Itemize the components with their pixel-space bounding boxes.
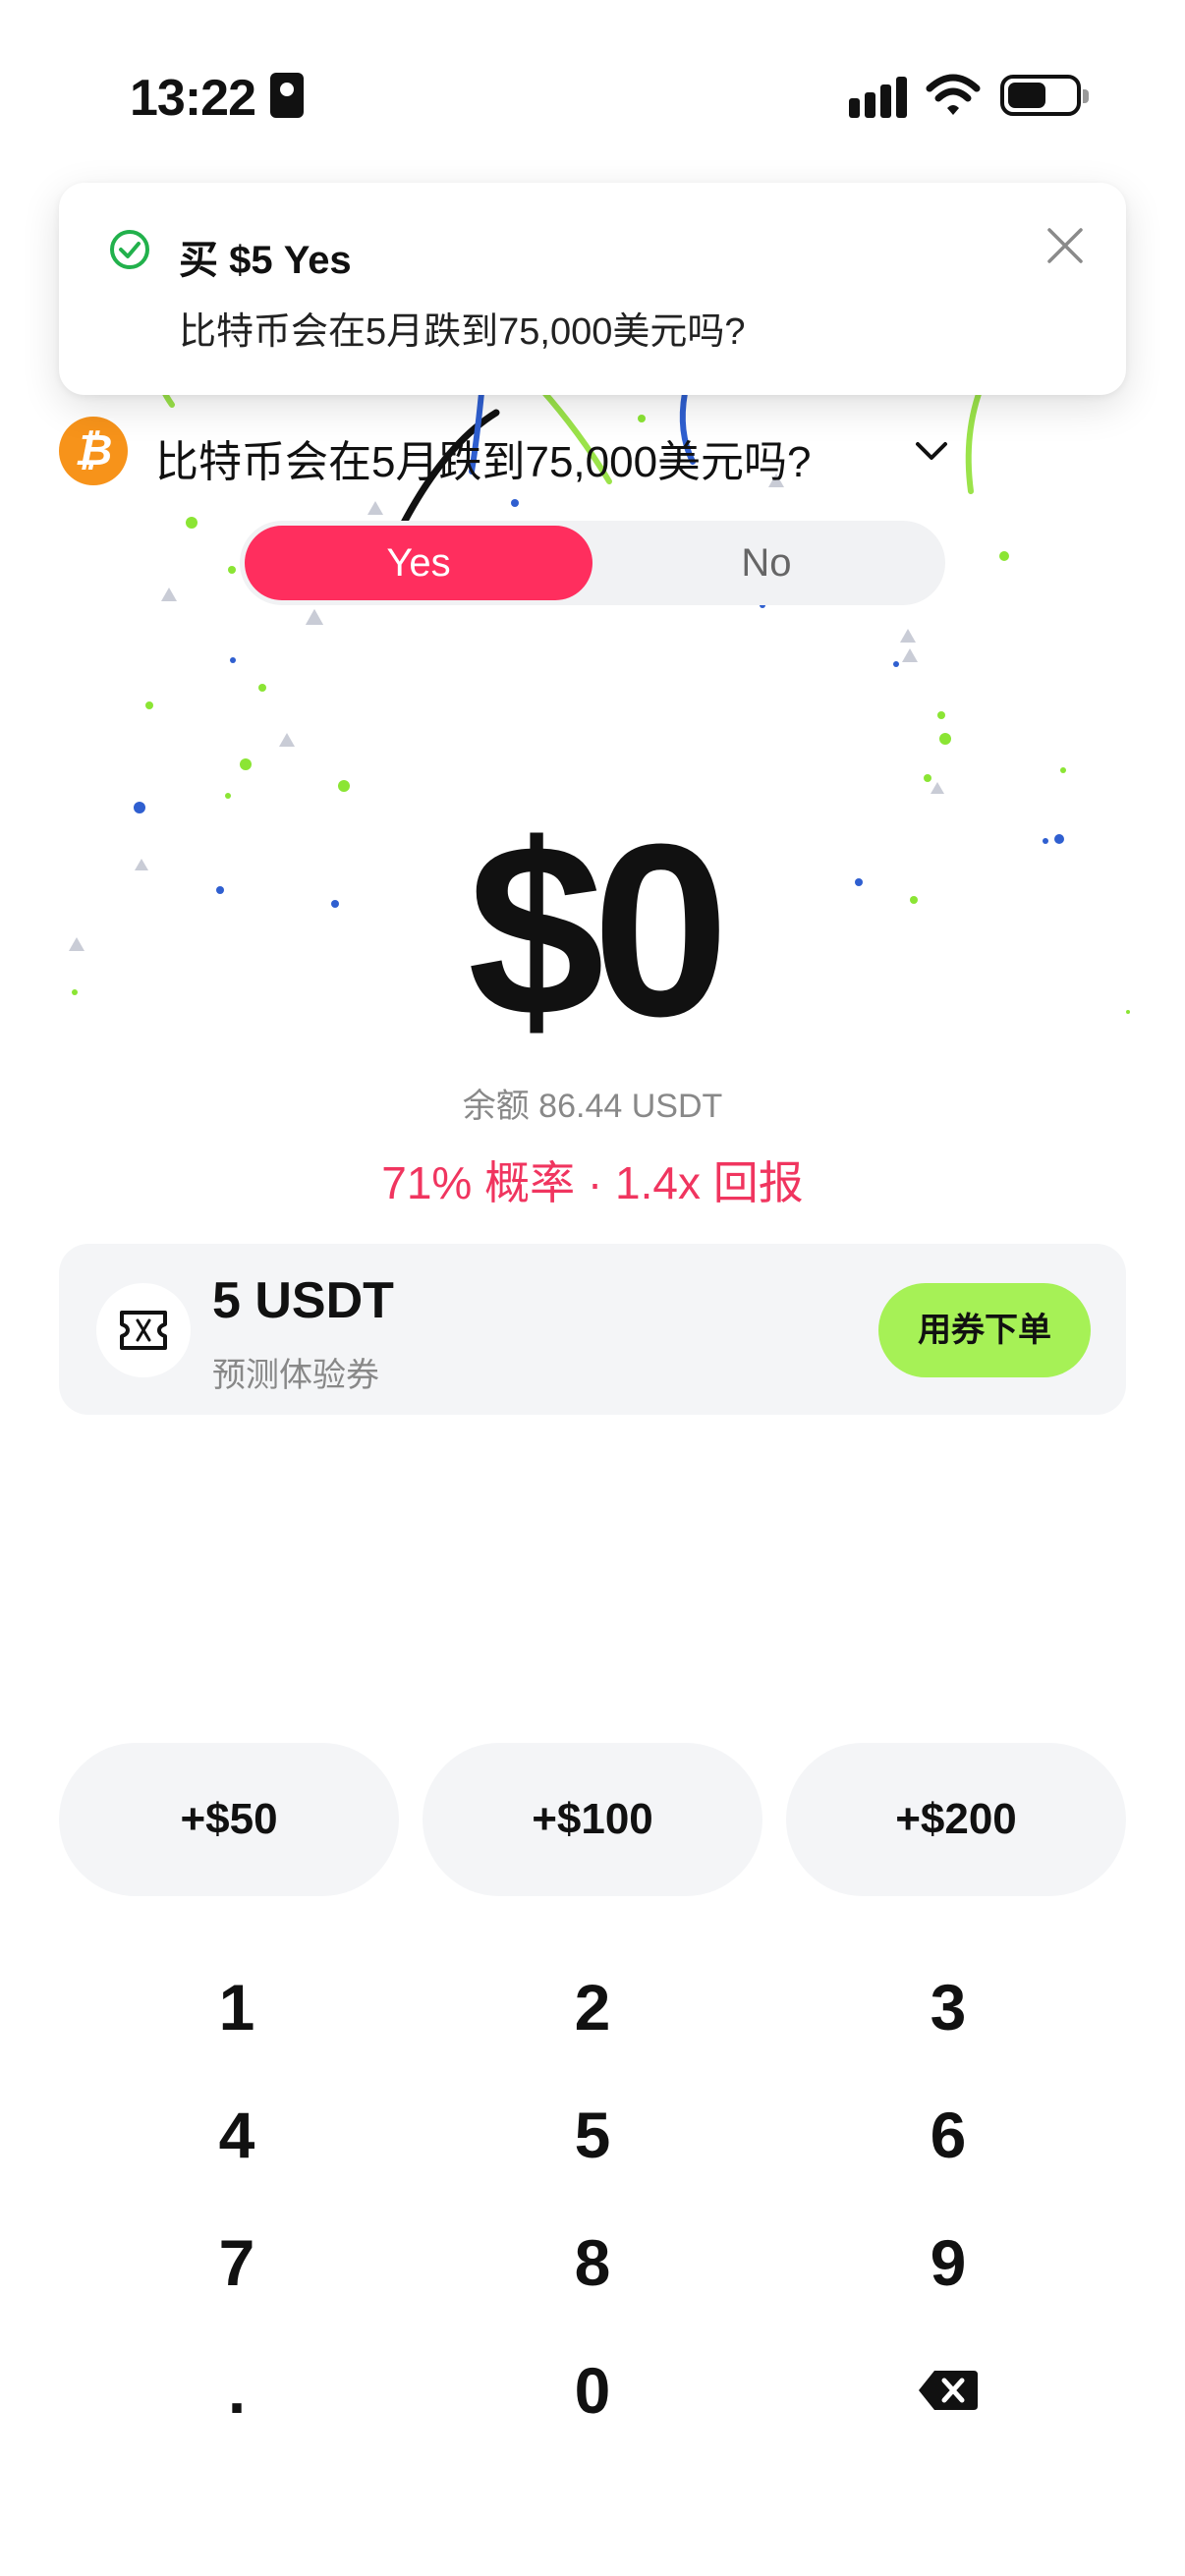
backspace-icon xyxy=(919,2371,978,2410)
chevron-down-icon[interactable] xyxy=(912,434,951,468)
voucher-card: 5 USDT 预测体验券 用券下单 xyxy=(59,1244,1126,1415)
key-decimal[interactable]: . xyxy=(59,2326,415,2454)
market-title: 比特币会在5月跌到75,000美元吗? xyxy=(155,438,812,486)
quick-add-200-button[interactable]: +$200 xyxy=(786,1743,1126,1896)
key-5[interactable]: 5 xyxy=(415,2071,770,2199)
yes-option[interactable]: Yes xyxy=(245,526,592,600)
order-success-toast: 买 $5 Yes 比特币会在5月跌到75,000美元吗? xyxy=(59,183,1126,395)
quick-add-row: +$50 +$100 +$200 xyxy=(59,1743,1126,1896)
number-keypad: 1 2 3 4 5 6 7 8 9 . 0 xyxy=(0,1943,1185,2454)
battery-icon xyxy=(1000,75,1089,116)
contact-card-icon xyxy=(270,73,304,118)
odds-text: 71% 概率 · 1.4x 回报 xyxy=(381,1157,804,1208)
toast-message: 比特币会在5月跌到75,000美元吗? xyxy=(179,311,746,353)
close-icon[interactable] xyxy=(1042,222,1089,269)
status-bar: 13:22 xyxy=(0,0,1185,187)
key-6[interactable]: 6 xyxy=(770,2071,1126,2199)
key-4[interactable]: 4 xyxy=(59,2071,415,2199)
bitcoin-icon: ₿ xyxy=(59,417,128,485)
use-voucher-button[interactable]: 用券下单 xyxy=(878,1283,1091,1377)
cellular-signal-icon xyxy=(849,77,908,118)
key-2[interactable]: 2 xyxy=(415,1943,770,2071)
key-9[interactable]: 9 xyxy=(770,2199,1126,2326)
wifi-icon xyxy=(926,74,981,115)
quick-add-100-button[interactable]: +$100 xyxy=(423,1743,762,1896)
toast-title: 买 $5 Yes xyxy=(179,239,352,282)
key-backspace[interactable] xyxy=(770,2326,1126,2454)
key-8[interactable]: 8 xyxy=(415,2199,770,2326)
amount-display: $0 xyxy=(467,793,729,1067)
key-0[interactable]: 0 xyxy=(415,2326,770,2454)
voucher-label: 预测体验券 xyxy=(212,1357,379,1394)
voucher-amount: 5 USDT xyxy=(212,1272,394,1329)
check-circle-icon xyxy=(110,230,149,269)
status-time: 13:22 xyxy=(130,70,256,127)
balance-text: 余额 86.44 USDT xyxy=(462,1088,723,1125)
ticket-icon xyxy=(96,1283,191,1377)
market-selector[interactable]: ₿ 比特币会在5月跌到75,000美元吗? xyxy=(59,417,1126,486)
key-1[interactable]: 1 xyxy=(59,1943,415,2071)
no-option[interactable]: No xyxy=(592,526,940,600)
outcome-toggle: Yes No xyxy=(240,521,945,605)
quick-add-50-button[interactable]: +$50 xyxy=(59,1743,399,1896)
key-7[interactable]: 7 xyxy=(59,2199,415,2326)
key-3[interactable]: 3 xyxy=(770,1943,1126,2071)
